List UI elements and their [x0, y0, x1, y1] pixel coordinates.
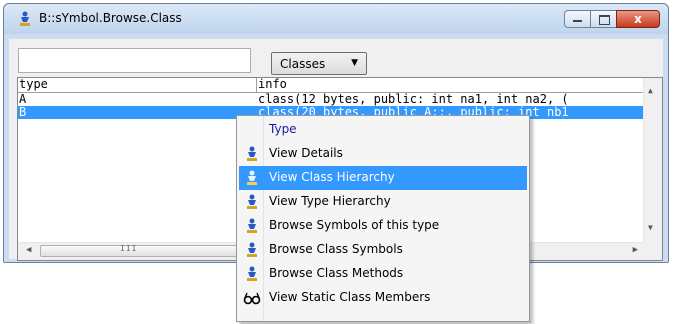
title-bar[interactable]: B::sYmbol.Browse.Class x	[4, 4, 668, 34]
menu-item-view-details[interactable]: View Details	[239, 142, 527, 166]
minimize-icon	[573, 20, 582, 22]
person-icon	[20, 11, 30, 26]
minimize-button[interactable]	[564, 10, 591, 28]
maximize-icon	[599, 15, 610, 25]
person-icon	[247, 194, 257, 209]
menu-item-browse-class-methods[interactable]: Browse Class Methods	[239, 262, 527, 286]
maximize-button[interactable]	[590, 10, 617, 28]
menu-item-browse-class-symbols[interactable]: Browse Class Symbols	[239, 238, 527, 262]
scrollbar-thumb[interactable]	[40, 245, 258, 257]
window-title: B::sYmbol.Browse.Class	[39, 11, 182, 25]
menu-item-view-static-class-members[interactable]: View Static Class Members	[239, 286, 527, 310]
scroll-right-icon[interactable]: ▶	[633, 245, 638, 255]
person-icon	[247, 170, 257, 185]
menu-item-label: Browse Class Methods	[269, 266, 404, 280]
scrollbar-grip: III	[120, 244, 138, 253]
glasses-icon	[243, 292, 261, 305]
person-icon	[247, 218, 257, 233]
filter-dropdown-value: Classes	[280, 57, 326, 71]
window-controls: x	[564, 10, 660, 28]
menu-header-type: Type	[239, 118, 527, 142]
menu-item-label: View Type Hierarchy	[269, 194, 391, 208]
column-header-info[interactable]: info	[258, 78, 287, 91]
menu-item-label: Browse Class Symbols	[269, 242, 403, 256]
close-icon: x	[634, 12, 642, 26]
scroll-down-icon[interactable]: ▼	[648, 223, 653, 232]
person-icon	[247, 242, 257, 257]
menu-item-view-type-hierarchy[interactable]: View Type Hierarchy	[239, 190, 527, 214]
column-header-type[interactable]: type	[19, 78, 48, 91]
menu-item-view-class-hierarchy[interactable]: View Class Hierarchy	[239, 166, 527, 190]
menu-item-label: Browse Symbols of this type	[269, 218, 440, 232]
context-menu: Type View Details View Class Hierarchy V…	[236, 115, 530, 322]
vertical-scrollbar[interactable]: ▲ ▼	[643, 78, 662, 260]
list-header: type info	[18, 78, 644, 93]
person-icon	[247, 266, 257, 281]
row-type: B	[19, 105, 27, 119]
close-button[interactable]: x	[616, 10, 660, 28]
search-input[interactable]	[18, 48, 251, 73]
chevron-down-icon: ▼	[351, 58, 358, 68]
filter-dropdown[interactable]: Classes ▼	[271, 52, 367, 75]
menu-item-browse-symbols-of-type[interactable]: Browse Symbols of this type	[239, 214, 527, 238]
column-divider[interactable]	[256, 78, 257, 92]
menu-item-label: View Static Class Members	[269, 290, 431, 304]
scroll-up-icon[interactable]: ▲	[648, 86, 653, 95]
person-icon	[247, 146, 257, 161]
scroll-left-icon[interactable]: ◀	[26, 245, 31, 255]
menu-header-label: Type	[269, 122, 297, 136]
menu-item-label: View Details	[269, 146, 343, 160]
menu-item-label: View Class Hierarchy	[269, 170, 395, 184]
